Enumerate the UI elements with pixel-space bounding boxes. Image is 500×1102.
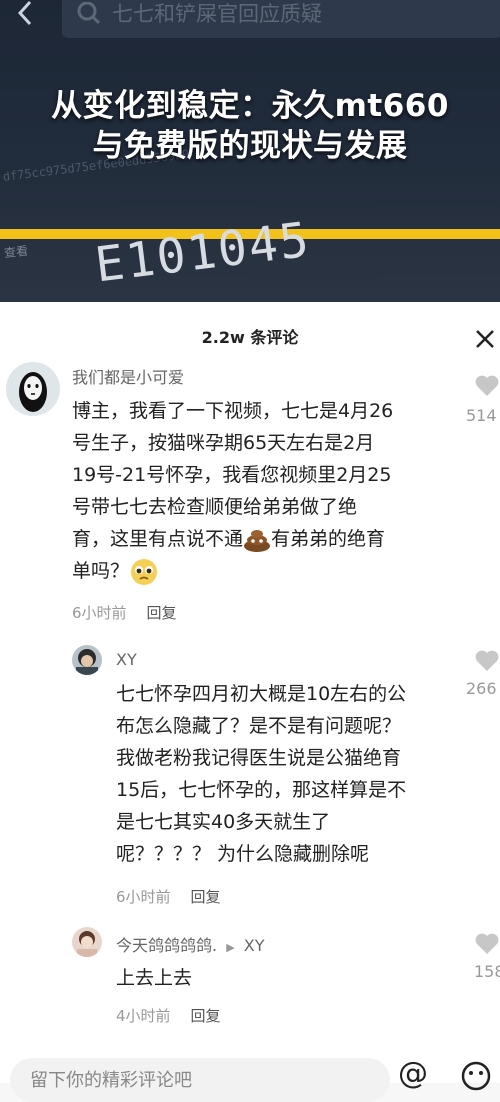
- emoji-icon[interactable]: [460, 1060, 492, 1092]
- search-icon: [77, 2, 101, 25]
- avatar[interactable]: [72, 927, 102, 957]
- heart-icon[interactable]: [474, 374, 500, 398]
- like-count: 514: [466, 406, 497, 425]
- comment-line: 我做老粉我记得医生说是公猫绝育: [116, 747, 402, 769]
- comment-username[interactable]: 今天鸽鸽鸽鸽. ▶ XY: [116, 932, 264, 956]
- back-icon[interactable]: [10, 0, 40, 30]
- comment-text: 上去上去: [116, 962, 466, 994]
- reply-button[interactable]: 回复: [147, 604, 177, 622]
- comment-line: 上去上去: [116, 967, 193, 989]
- comments-panel: 2.2w 条评论 我们都是小可爱 博主，我看了一下视频，七七是4月26 号生子，…: [0, 302, 500, 1083]
- no-face-avatar-icon: [19, 372, 47, 412]
- heart-icon[interactable]: [474, 932, 500, 956]
- poop-emoji-icon: [244, 529, 271, 552]
- comment-username[interactable]: 我们都是小可爱: [72, 364, 184, 388]
- comment-line: 单吗？: [72, 555, 467, 587]
- comment-meta: 6小时前 回复: [72, 602, 177, 623]
- reply-target[interactable]: XY: [244, 936, 265, 955]
- headline-line1: 从变化到稳定：永久mt660: [51, 88, 449, 124]
- reply-button[interactable]: 回复: [191, 888, 221, 906]
- comment-line: 15后，七七怀孕的，那这样算是不: [116, 779, 407, 801]
- comment-fragment: 有弟弟的绝育: [271, 528, 386, 550]
- comment-meta: 6小时前 回复: [116, 886, 221, 907]
- headline-line2: 与免费版的现状与发展: [92, 128, 408, 164]
- pleading-face-emoji-icon: [131, 558, 158, 585]
- comment-line: 是七七其实40多天就生了: [116, 811, 331, 833]
- comment-fragment: 单吗？: [72, 560, 130, 582]
- search-query[interactable]: 七七和铲屎官回应质疑: [112, 0, 322, 28]
- comment-line: 呢？？？？ 为什么隐藏删除呢: [116, 843, 370, 865]
- comment-line: 育，这里有点说不通 有弟弟的绝育: [72, 523, 467, 555]
- user-avatar-icon: [77, 931, 97, 957]
- comment-time: 4小时前: [116, 1007, 171, 1025]
- comment-fragment: 育，这里有点说不通: [72, 528, 244, 550]
- background-number: E101045: [92, 211, 314, 294]
- comment-input-bar: 留下你的精彩评论吧 @: [0, 1048, 500, 1102]
- comment-line: 布怎么隐藏了？是不是有问题呢？: [116, 715, 402, 737]
- avatar[interactable]: [6, 362, 60, 416]
- comments-count-title: 2.2w 条评论: [201, 328, 299, 347]
- close-icon[interactable]: [474, 328, 496, 350]
- comment-time: 6小时前: [72, 604, 127, 622]
- comment-username[interactable]: XY: [116, 650, 137, 669]
- comment-time: 6小时前: [116, 888, 171, 906]
- user-avatar-icon: [76, 649, 98, 675]
- comment-line: 号带七七去检查顺便给弟弟做了绝: [72, 496, 358, 518]
- reply-button[interactable]: 回复: [191, 1007, 221, 1025]
- reply-arrow-icon: ▶: [226, 941, 235, 954]
- mention-icon[interactable]: @: [398, 1056, 428, 1091]
- like-count: 266: [466, 679, 497, 698]
- comment-text: 七七怀孕四月初大概是10左右的公 布怎么隐藏了？是不是有问题呢？ 我做老粉我记得…: [116, 678, 466, 870]
- comment-line: 号生子，按猫咪孕期65天左右是2月: [72, 432, 375, 454]
- background-view-label: 查看: [3, 243, 29, 261]
- comment-input[interactable]: 留下你的精彩评论吧: [10, 1058, 390, 1102]
- comment-meta: 4小时前 回复: [116, 1005, 221, 1026]
- comment-line: 七七怀孕四月初大概是10左右的公: [116, 683, 407, 705]
- reply-author[interactable]: 今天鸽鸽鸽鸽.: [116, 936, 217, 955]
- video-cover: 七七和铲屎官回应质疑 df75cc975d75ef6e0edd9569a9 从变…: [0, 0, 500, 302]
- like-count: 158: [474, 962, 500, 981]
- comment-input-placeholder: 留下你的精彩评论吧: [30, 1070, 192, 1091]
- avatar[interactable]: [72, 645, 102, 675]
- heart-icon[interactable]: [474, 649, 500, 673]
- comment-line: 19号-21号怀孕，我看您视频里2月25: [72, 464, 392, 486]
- comment-line: 博主，我看了一下视频，七七是4月26: [72, 400, 394, 422]
- comment-text: 博主，我看了一下视频，七七是4月26 号生子，按猫咪孕期65天左右是2月 19号…: [72, 395, 467, 587]
- headline: 从变化到稳定：永久mt660 与免费版的现状与发展: [0, 86, 500, 166]
